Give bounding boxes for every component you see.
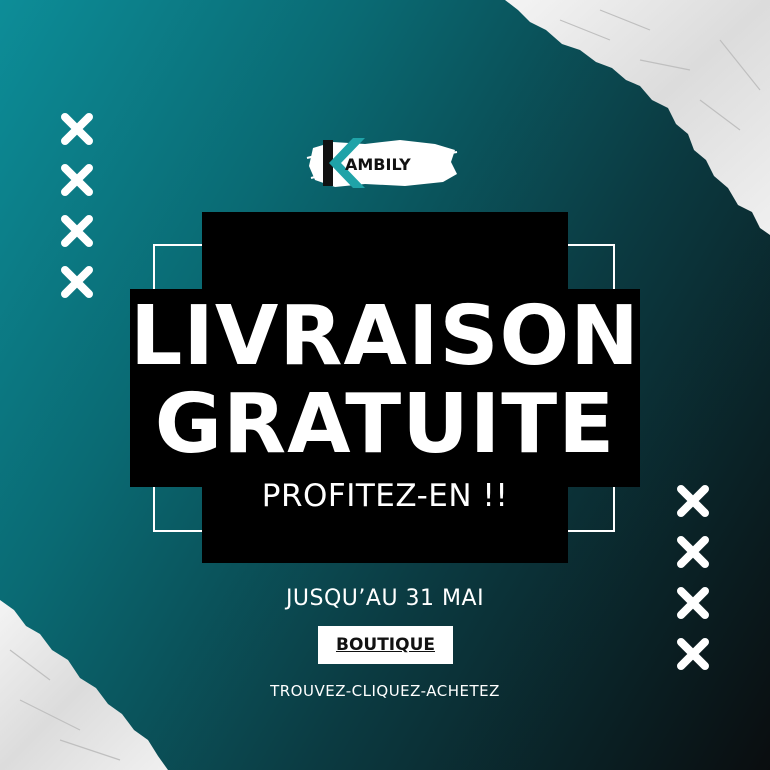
promo-banner: AMBILY LIVRAISON GRATUITE PROFITEZ-EN !!… <box>0 0 770 770</box>
offer-end-date: JUSQU’AU 31 MAI <box>285 586 485 611</box>
slogan: TROUVEZ-CLIQUEZ-ACHETEZ <box>270 682 500 700</box>
top-right-paper-corner <box>505 0 770 235</box>
x-mark-icon <box>61 215 93 247</box>
left-cross-column <box>60 112 94 316</box>
brand-logo: AMBILY <box>306 138 458 188</box>
x-mark-icon <box>677 536 709 568</box>
x-mark-icon <box>61 113 93 145</box>
x-mark-icon <box>61 164 93 196</box>
boutique-button[interactable]: BOUTIQUE <box>318 626 453 664</box>
logo-text: AMBILY <box>345 155 411 174</box>
headline-line-1: LIVRAISON <box>130 289 640 384</box>
headline-line-2: GRATUITE <box>154 377 616 472</box>
x-mark-icon <box>61 266 93 298</box>
subheadline: PROFITEZ-EN !! <box>261 478 509 514</box>
x-mark-icon <box>677 485 709 517</box>
x-mark-icon <box>677 638 709 670</box>
